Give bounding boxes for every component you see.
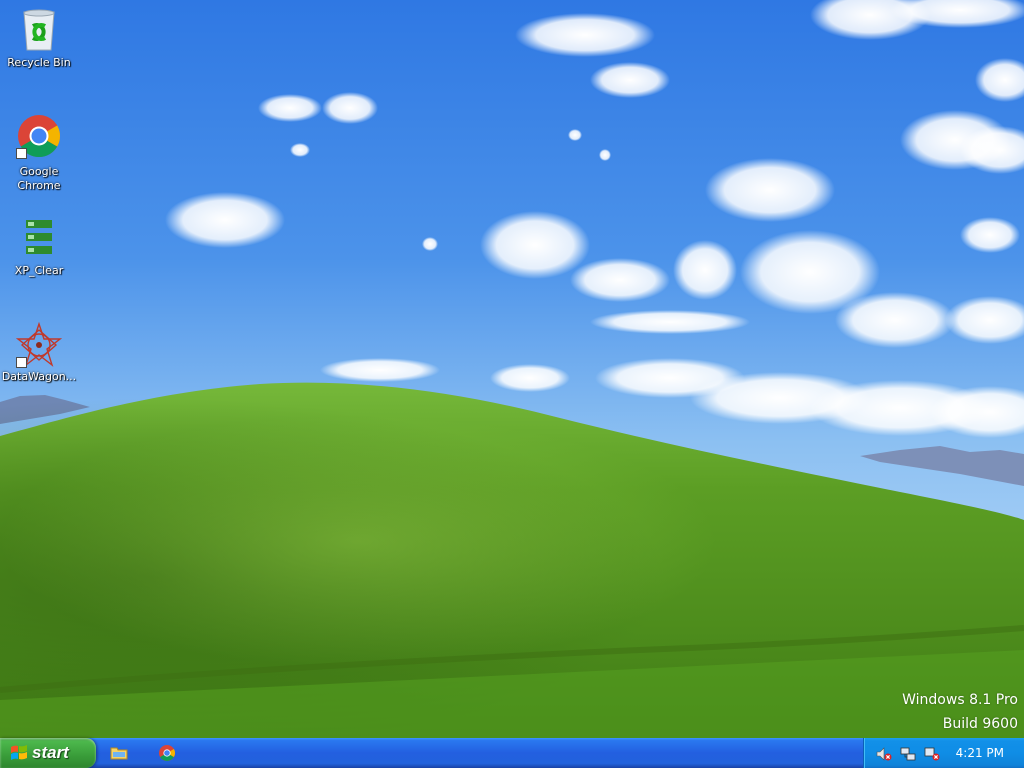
windows-flag-icon bbox=[11, 745, 27, 760]
start-label: start bbox=[32, 743, 69, 762]
shortcut-arrow-icon bbox=[16, 148, 27, 159]
recycle-bin-label: Recycle Bin bbox=[7, 56, 71, 69]
xp-clear-label: XP_Clear bbox=[14, 264, 64, 277]
start-button[interactable]: start bbox=[0, 738, 96, 768]
windows-version-watermark: Windows 8.1 Pro Build 9600 bbox=[902, 688, 1018, 736]
explorer-folder-icon[interactable] bbox=[110, 744, 128, 762]
recycle-bin-glyph bbox=[16, 8, 62, 54]
taskbar[interactable]: start 4:21 PM bbox=[0, 738, 1024, 768]
clock[interactable]: 4:21 PM bbox=[956, 746, 1004, 760]
datawagon-label: DataWagon... bbox=[1, 370, 77, 383]
chrome-glyph bbox=[16, 113, 62, 159]
recycle-bin-icon[interactable]: Recycle Bin bbox=[1, 8, 77, 70]
desktop-wallpaper bbox=[0, 0, 1024, 738]
xp-clear-icon[interactable]: XP_Clear bbox=[1, 216, 77, 278]
datawagon-glyph bbox=[15, 321, 63, 368]
watermark-edition: Windows 8.1 Pro bbox=[902, 692, 1018, 708]
shortcut-arrow-icon bbox=[16, 357, 27, 368]
system-tray: 4:21 PM bbox=[863, 738, 1024, 768]
chrome-taskbar-icon[interactable] bbox=[158, 744, 176, 762]
datawagon-icon[interactable]: DataWagon... bbox=[1, 321, 77, 384]
xp-clear-glyph bbox=[16, 216, 62, 262]
network-icon[interactable] bbox=[900, 746, 916, 762]
volume-muted-icon[interactable] bbox=[876, 746, 892, 762]
desktop[interactable]: Recycle Bin Google Chrome XP_Clear DataW… bbox=[0, 0, 1024, 738]
google-chrome-icon[interactable]: Google Chrome bbox=[1, 113, 77, 193]
watermark-build: Build 9600 bbox=[942, 716, 1018, 732]
chrome-label-line2: Chrome bbox=[17, 179, 61, 192]
network-error-icon[interactable] bbox=[924, 746, 940, 762]
chrome-label-line1: Google bbox=[19, 165, 59, 178]
